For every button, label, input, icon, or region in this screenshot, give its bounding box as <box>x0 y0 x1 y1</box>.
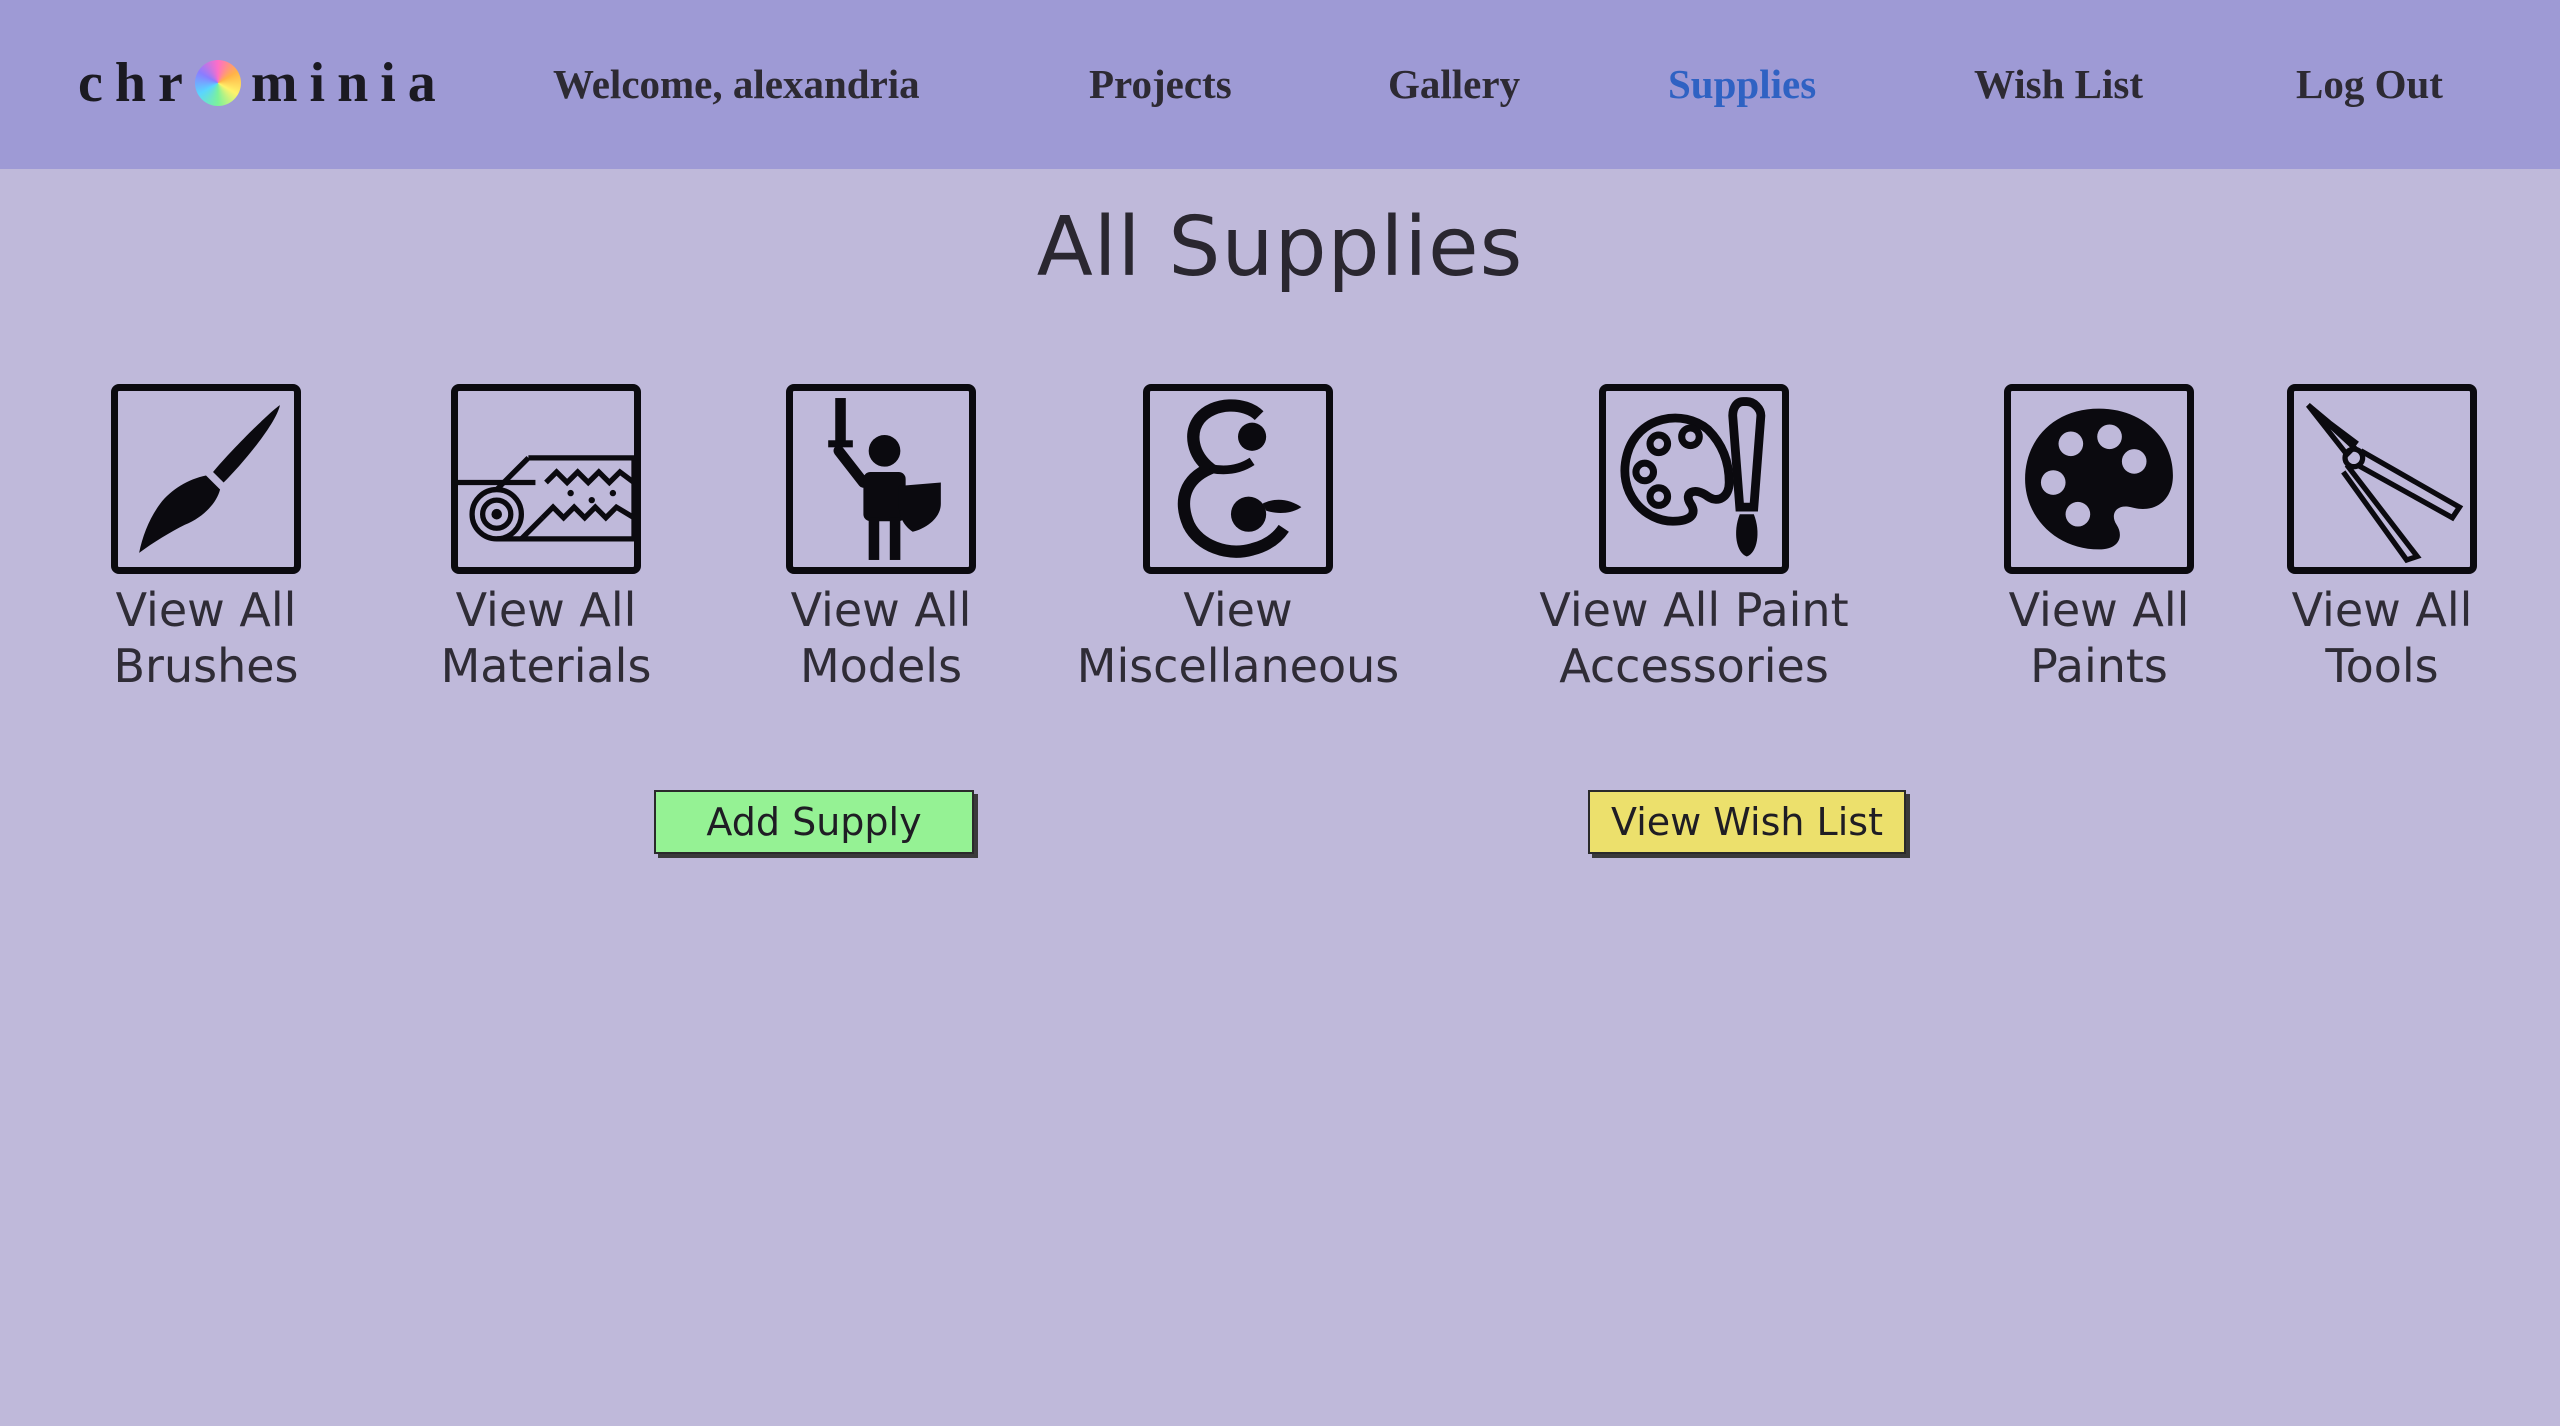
nav-log-out[interactable]: Log Out <box>2296 52 2443 116</box>
category-icon-frame <box>786 384 976 574</box>
miniature-figure-icon <box>828 398 941 560</box>
material-roll-icon <box>458 455 634 542</box>
add-supply-button[interactable]: Add Supply <box>654 790 974 854</box>
brand-name-start: chr <box>78 52 195 114</box>
category-paint-accessories[interactable]: View All Paint Accessories <box>1534 384 1854 694</box>
category-label-paints: View All Paints <box>2008 583 2190 693</box>
category-label-paint-accessories: View All Paint Accessories <box>1539 583 1849 693</box>
category-label-miscellaneous: View Miscellaneous <box>1076 583 1400 693</box>
category-icon-frame <box>111 384 301 574</box>
palette-brush-icon <box>1620 397 1766 557</box>
category-icon-frame <box>451 384 641 574</box>
brand-name-end: minia <box>250 52 448 114</box>
paintbrush-icon <box>139 405 280 553</box>
nav-projects[interactable]: Projects <box>1089 52 1232 116</box>
category-label-brushes: View All Brushes <box>113 583 299 693</box>
ampersand-icon <box>1177 399 1302 558</box>
page-title: All Supplies <box>1036 200 1524 295</box>
brand-logo[interactable]: chr minia <box>78 45 448 121</box>
nav-gallery[interactable]: Gallery <box>1388 52 1520 116</box>
category-brushes[interactable]: View All Brushes <box>91 384 321 694</box>
category-models[interactable]: View All Models <box>766 384 996 694</box>
palette-icon <box>2025 408 2173 550</box>
category-paints[interactable]: View All Paints <box>1984 384 2214 694</box>
top-navbar: chr minia Welcome, alexandria Projects G… <box>0 0 2560 169</box>
color-wheel-icon <box>194 60 241 106</box>
pliers-icon <box>2306 403 2464 564</box>
category-icon-frame <box>2287 384 2477 574</box>
category-tools[interactable]: View All Tools <box>2267 384 2497 694</box>
category-miscellaneous[interactable]: View Miscellaneous <box>1076 384 1400 694</box>
view-wish-list-button[interactable]: View Wish List <box>1588 790 1906 854</box>
category-label-materials: View All Materials <box>440 583 652 693</box>
category-icon-frame <box>2004 384 2194 574</box>
nav-welcome[interactable]: Welcome, alexandria <box>553 52 920 116</box>
nav-supplies[interactable]: Supplies <box>1668 52 1816 116</box>
category-label-tools: View All Tools <box>2291 583 2473 693</box>
category-icon-frame <box>1143 384 1333 574</box>
category-label-models: View All Models <box>790 583 972 693</box>
category-icon-frame <box>1599 384 1789 574</box>
category-materials[interactable]: View All Materials <box>431 384 661 694</box>
nav-wish-list[interactable]: Wish List <box>1974 52 2143 116</box>
